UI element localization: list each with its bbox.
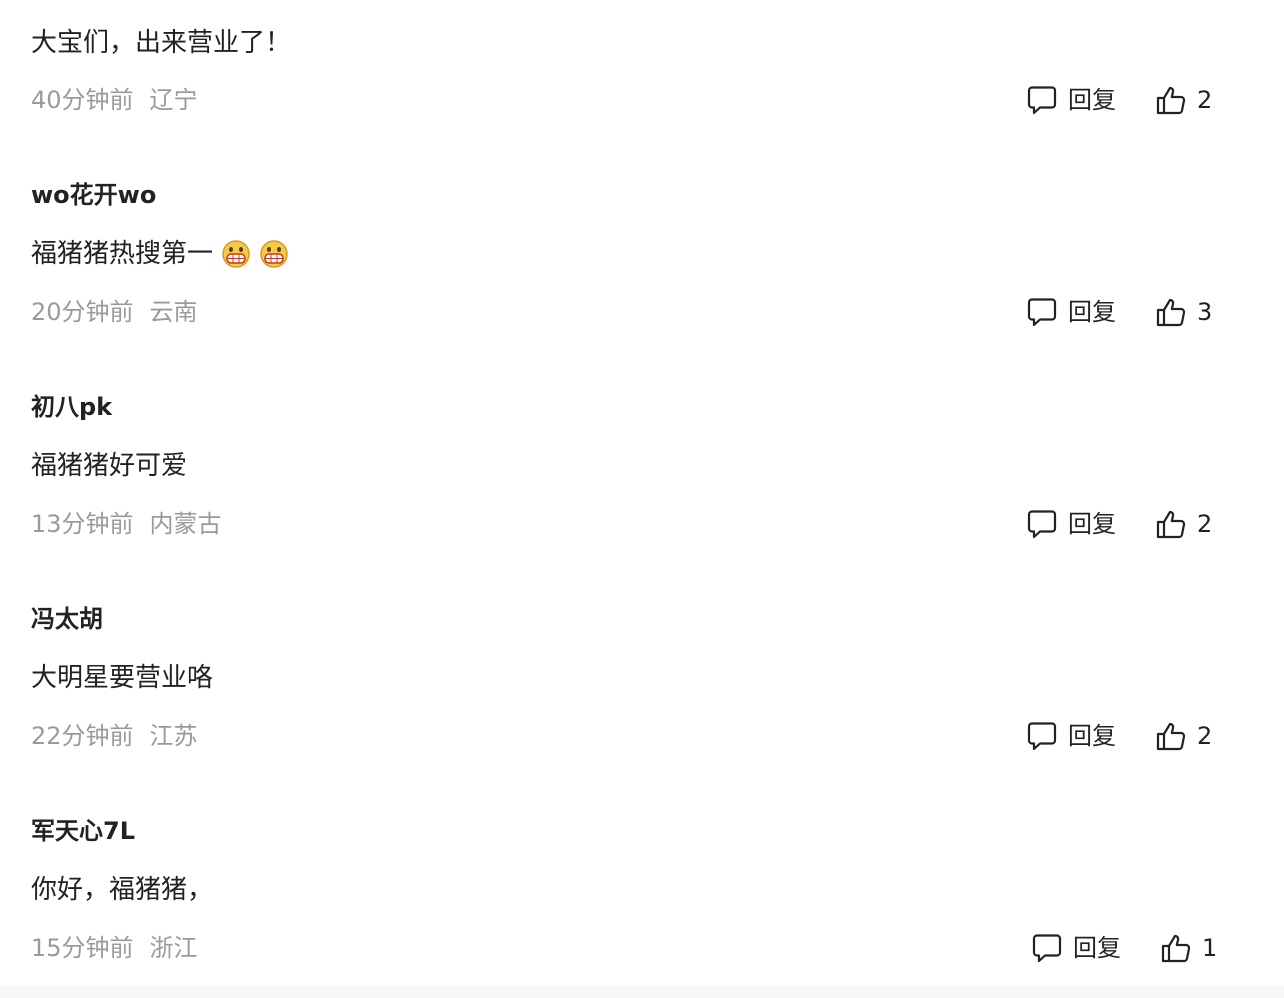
comment-username[interactable]: wo花开wo	[31, 180, 156, 210]
comment-time: 15分钟前	[31, 934, 134, 962]
grinning-face-icon	[260, 240, 288, 268]
comment-meta: 20分钟前 云南	[31, 297, 198, 327]
comment-text: 大宝们，出来营业了！	[31, 28, 292, 58]
bottom-divider	[0, 986, 1284, 998]
thumbs-up-icon	[1156, 722, 1186, 751]
comment-meta: 13分钟前 内蒙古	[31, 509, 222, 539]
reply-label: 回复	[1068, 86, 1116, 114]
comment-bubble-icon	[1027, 722, 1057, 751]
like-button[interactable]: 1	[1160, 932, 1217, 964]
comment-location: 辽宁	[149, 86, 198, 114]
comment-text-row: 你好，福猪猪，	[31, 873, 213, 907]
reply-button[interactable]: 回复	[1026, 84, 1116, 116]
comment-text: 大明星要营业咯	[31, 663, 214, 693]
like-button[interactable]: 2	[1155, 508, 1212, 540]
comment-text-row: 大明星要营业咯	[31, 661, 213, 695]
like-button[interactable]: 3	[1155, 296, 1212, 328]
comment-username[interactable]: 初八pk	[31, 392, 112, 422]
comment-meta: 40分钟前 辽宁	[31, 85, 198, 115]
comment-bubble-icon	[1027, 86, 1057, 115]
comment-time: 13分钟前	[31, 510, 134, 538]
reply-label: 回复	[1073, 934, 1121, 962]
comment-bubble-icon	[1027, 298, 1057, 327]
reply-label: 回复	[1068, 298, 1116, 326]
comment-location: 江苏	[149, 722, 198, 750]
thumbs-up-icon	[1156, 510, 1186, 539]
like-button[interactable]: 2	[1155, 84, 1212, 116]
comment-text-row: 福猪猪热搜第一	[31, 237, 289, 271]
reply-label: 回复	[1068, 510, 1116, 538]
comment-text: 你好，福猪猪，	[31, 875, 214, 905]
comment-text-row: 福猪猪好可爱	[31, 449, 187, 483]
like-count: 1	[1202, 934, 1218, 962]
like-count: 2	[1197, 86, 1213, 114]
comment-time: 20分钟前	[31, 298, 134, 326]
reply-button[interactable]: 回复	[1026, 508, 1116, 540]
reply-button[interactable]: 回复	[1026, 720, 1116, 752]
comment-username[interactable]: 冯太胡	[31, 604, 103, 634]
comment-text: 福猪猪热搜第一	[31, 239, 214, 269]
comment-location: 浙江	[149, 934, 198, 962]
comment-time: 40分钟前	[31, 86, 134, 114]
comment-meta: 22分钟前 江苏	[31, 721, 198, 751]
comment-location: 云南	[149, 298, 198, 326]
comment-text-row: 大宝们，出来营业了！	[31, 26, 291, 60]
comment-username[interactable]: 军天心7L	[31, 816, 135, 846]
comment-bubble-icon	[1032, 934, 1062, 963]
thumbs-up-icon	[1156, 86, 1186, 115]
reply-label: 回复	[1068, 722, 1116, 750]
like-count: 2	[1197, 510, 1213, 538]
comment-text: 福猪猪好可爱	[31, 451, 188, 481]
thumbs-up-icon	[1156, 298, 1186, 327]
comment-meta: 15分钟前 浙江	[31, 933, 198, 963]
like-button[interactable]: 2	[1155, 720, 1212, 752]
grinning-face-icon	[222, 240, 250, 268]
comment-location: 内蒙古	[149, 510, 222, 538]
comment-bubble-icon	[1027, 510, 1057, 539]
thumbs-up-icon	[1161, 934, 1191, 963]
reply-button[interactable]: 回复	[1031, 932, 1121, 964]
like-count: 2	[1197, 722, 1213, 750]
comment-time: 22分钟前	[31, 722, 134, 750]
reply-button[interactable]: 回复	[1026, 296, 1116, 328]
like-count: 3	[1197, 298, 1213, 326]
